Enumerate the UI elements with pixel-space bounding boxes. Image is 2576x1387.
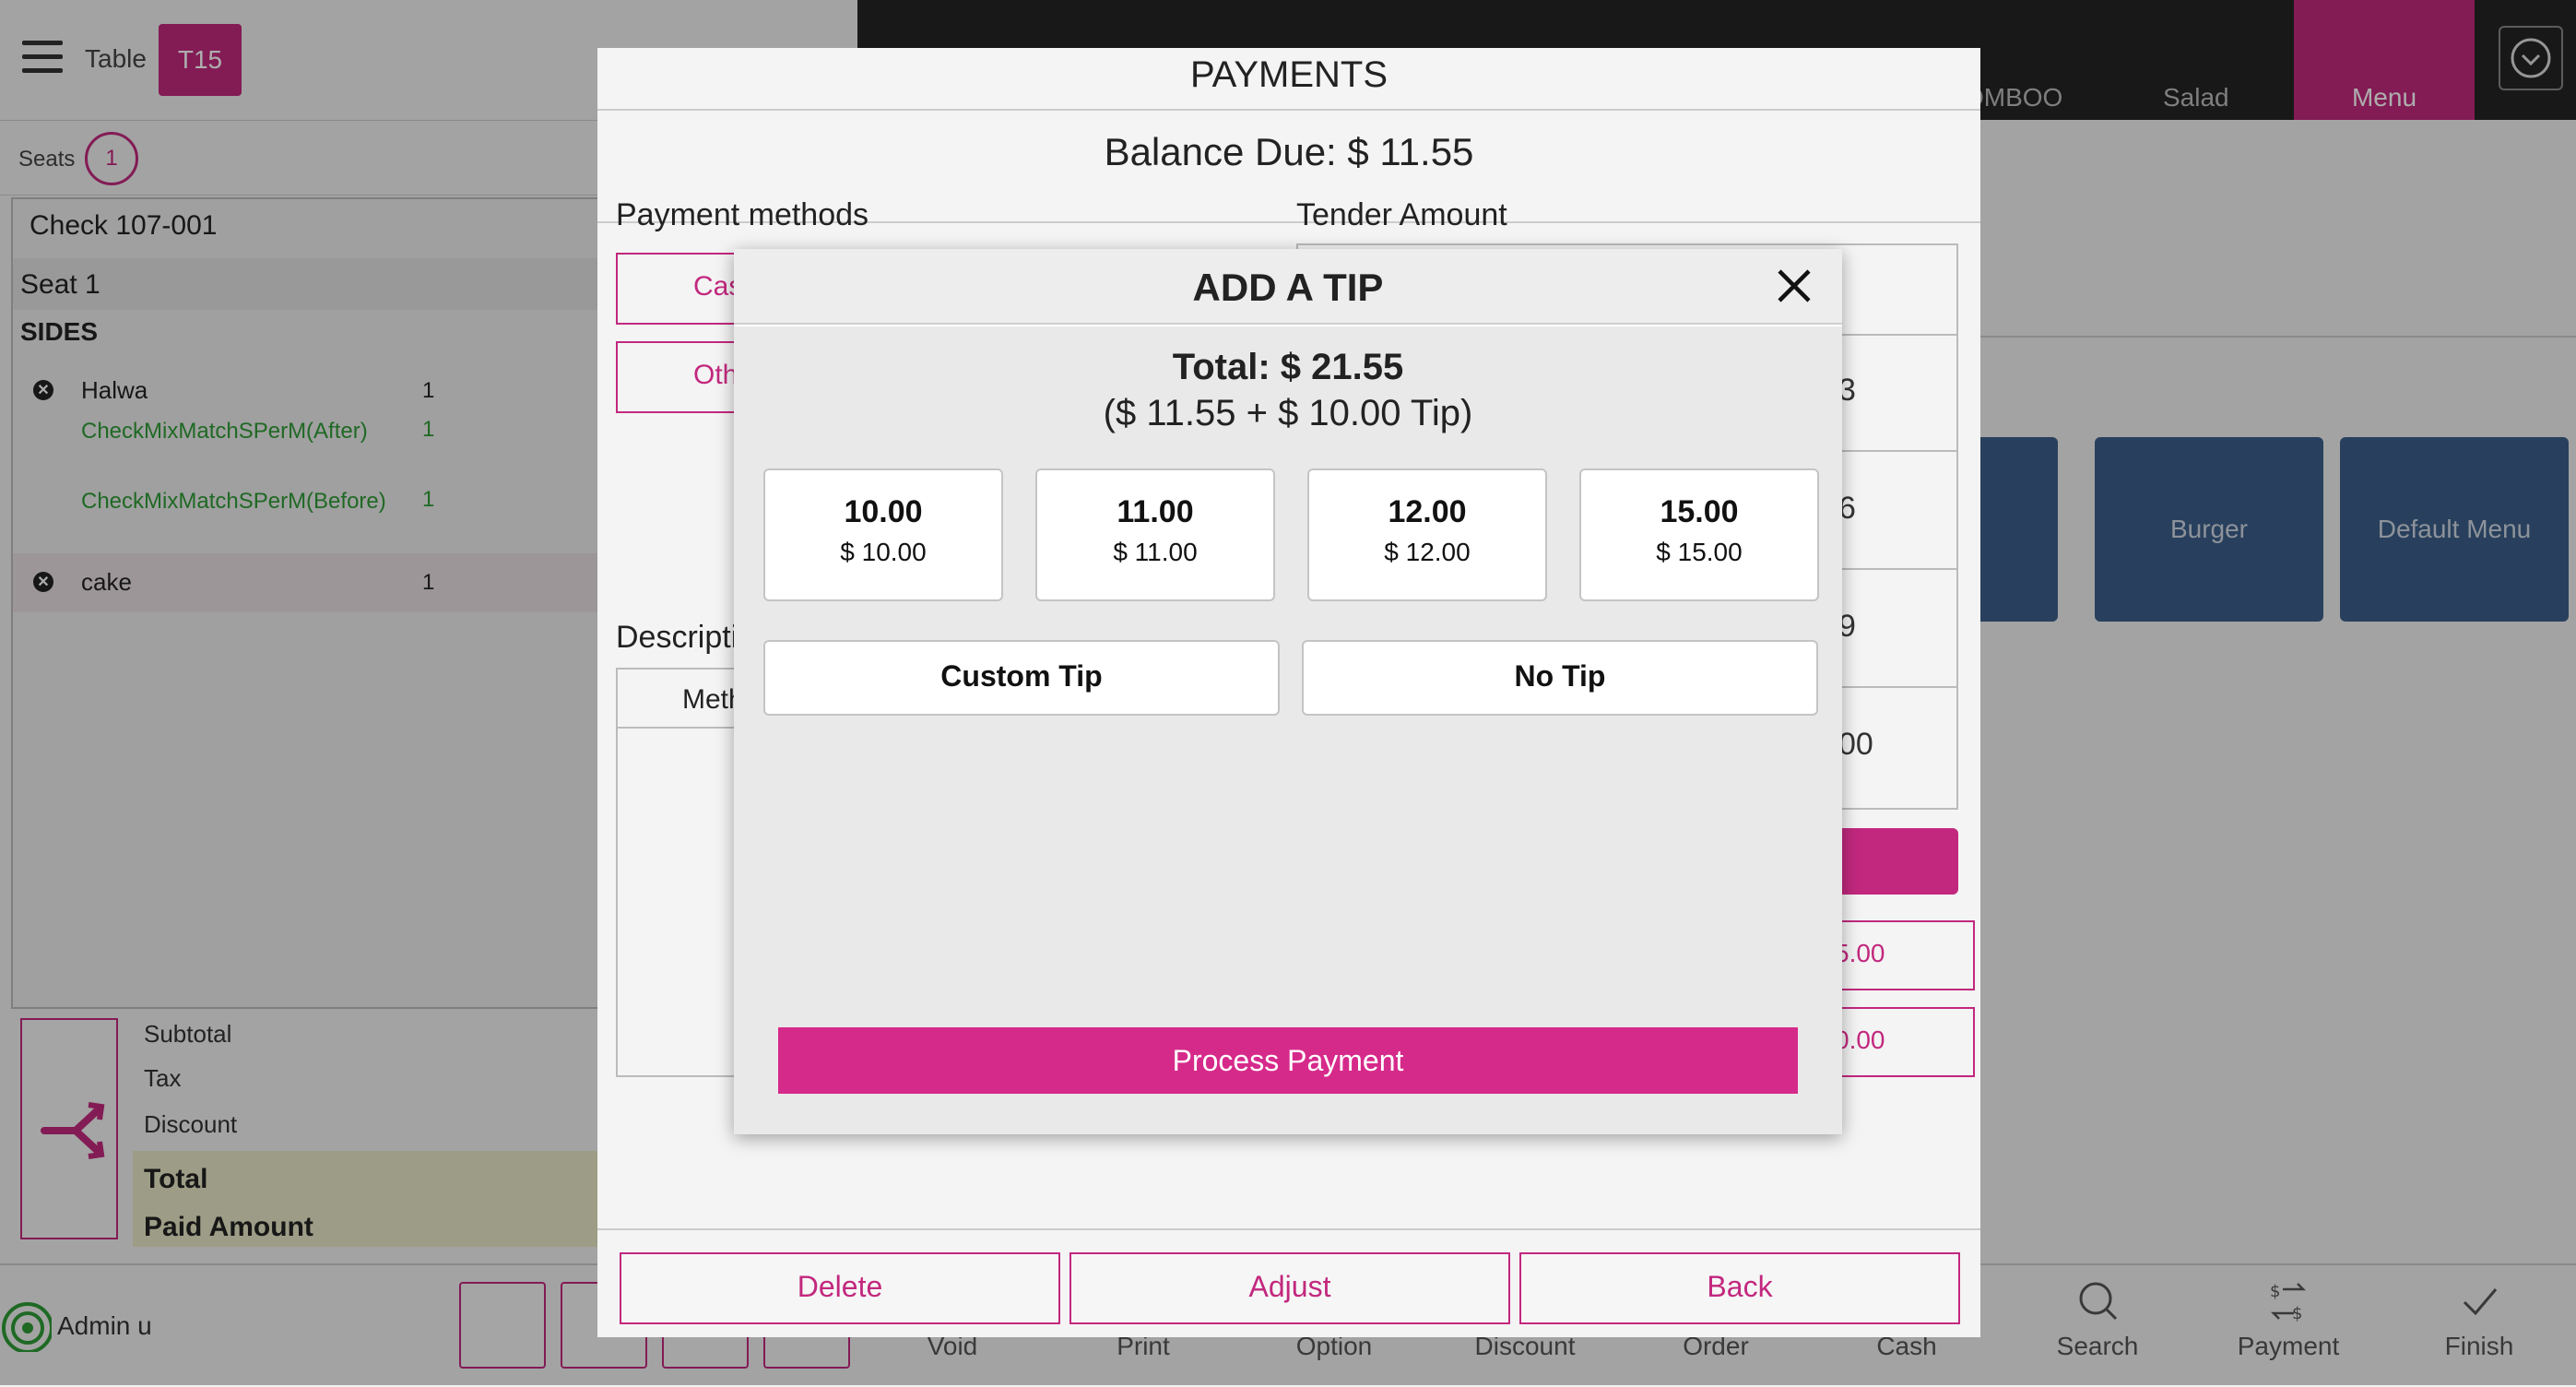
quick-amount-button[interactable]: 0.00 [1820,1007,1975,1077]
tip-option-amount: $ 11.00 [1113,538,1198,566]
add-tip-dialog: ADD A TIP Total: $ 21.55 ($ 11.55 + $ 10… [734,249,1842,1134]
custom-tip-button[interactable]: Custom Tip [763,640,1280,716]
tip-option-amount: $ 10.00 [840,538,927,566]
tip-option-label: 10.00 [844,494,923,529]
no-tip-button[interactable]: No Tip [1302,640,1818,716]
tip-option-button[interactable]: 15.00 $ 15.00 [1579,468,1819,601]
delete-button[interactable]: Delete [620,1252,1060,1324]
tip-option-button[interactable]: 10.00 $ 10.00 [763,468,1003,601]
close-icon[interactable] [1774,266,1814,306]
process-payment-button[interactable]: Process Payment [778,1027,1798,1094]
tip-option-label: 12.00 [1388,494,1467,529]
back-button[interactable]: Back [1519,1252,1960,1324]
tip-option-amount: $ 15.00 [1656,538,1743,566]
adjust-button[interactable]: Adjust [1069,1252,1510,1324]
dialog-title: ADD A TIP [1192,266,1384,309]
tip-total: Total: $ 21.55 [1172,347,1404,387]
dialog-title: PAYMENTS [597,50,1980,111]
dialog-body: Total: $ 21.55 ($ 11.55 + $ 10.00 Tip) 1… [734,326,1842,1134]
tip-option-button[interactable]: 12.00 $ 12.00 [1307,468,1547,601]
tip-breakdown: ($ 11.55 + $ 10.00 Tip) [1103,393,1473,433]
tip-option-label: 15.00 [1660,494,1739,529]
tip-option-amount: $ 12.00 [1384,538,1471,566]
tender-amount-label: Tender Amount [1296,197,1507,232]
quick-amount-button[interactable]: 5.00 [1820,920,1975,990]
payment-methods-label: Payment methods [616,197,869,232]
tip-option-label: 11.00 [1117,494,1194,529]
dialog-header: ADD A TIP [734,249,1842,325]
keypad-key: 00 [1838,727,1873,762]
tip-option-button[interactable]: 11.00 $ 11.00 [1035,468,1275,601]
dialog-footer: Delete Adjust Back [597,1228,1980,1337]
